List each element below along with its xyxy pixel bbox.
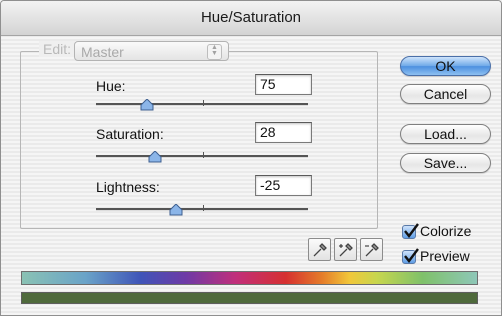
saturation-field[interactable]: 28 bbox=[255, 122, 312, 143]
save-button[interactable]: Save... bbox=[400, 153, 491, 173]
subtract-from-sample-button[interactable] bbox=[360, 238, 383, 261]
saturation-label: Saturation: bbox=[96, 126, 164, 142]
eyedropper-icon bbox=[313, 243, 327, 257]
chevron-up-down-icon: ▲ ▼ bbox=[207, 44, 222, 60]
lightness-slider-track[interactable] bbox=[96, 208, 308, 211]
hue-saturation-dialog: Hue/Saturation Edit: Master ▲ ▼ Hue: 75 S… bbox=[0, 0, 502, 316]
input-spectrum-bar bbox=[21, 271, 478, 285]
hue-slider-thumb[interactable] bbox=[140, 98, 154, 111]
eyedropper-plus-icon bbox=[339, 243, 353, 257]
load-button[interactable]: Load... bbox=[400, 124, 491, 144]
preview-label: Preview bbox=[420, 248, 470, 264]
preview-checkbox[interactable] bbox=[402, 248, 419, 264]
adjustment-group bbox=[20, 51, 378, 229]
cancel-button[interactable]: Cancel bbox=[400, 84, 491, 104]
dialog-title: Hue/Saturation bbox=[1, 1, 501, 36]
result-color-bar bbox=[21, 292, 478, 304]
hue-slider-center-tick bbox=[203, 100, 204, 106]
colorize-checkbox[interactable] bbox=[402, 223, 419, 239]
edit-label: Edit: bbox=[39, 41, 76, 57]
saturation-slider-center-tick bbox=[203, 152, 204, 158]
hue-label: Hue: bbox=[96, 78, 126, 94]
checkmark-icon bbox=[404, 223, 419, 238]
saturation-slider-track[interactable] bbox=[96, 155, 308, 158]
edit-select-value: Master bbox=[81, 44, 124, 60]
hue-field[interactable]: 75 bbox=[255, 74, 312, 95]
saturation-slider-thumb[interactable] bbox=[148, 150, 162, 163]
add-to-sample-button[interactable] bbox=[334, 238, 357, 261]
ok-button[interactable]: OK bbox=[400, 56, 491, 76]
colorize-label: Colorize bbox=[420, 223, 472, 239]
hue-slider-track[interactable] bbox=[96, 103, 308, 106]
lightness-slider-thumb[interactable] bbox=[169, 203, 183, 216]
eyedropper-minus-icon bbox=[365, 243, 379, 257]
eyedropper-button[interactable] bbox=[308, 238, 331, 261]
edit-select[interactable]: Master ▲ ▼ bbox=[74, 41, 229, 61]
lightness-slider-center-tick bbox=[203, 205, 204, 211]
lightness-label: Lightness: bbox=[96, 179, 160, 195]
checkmark-icon bbox=[404, 248, 419, 263]
lightness-field[interactable]: -25 bbox=[255, 175, 312, 196]
